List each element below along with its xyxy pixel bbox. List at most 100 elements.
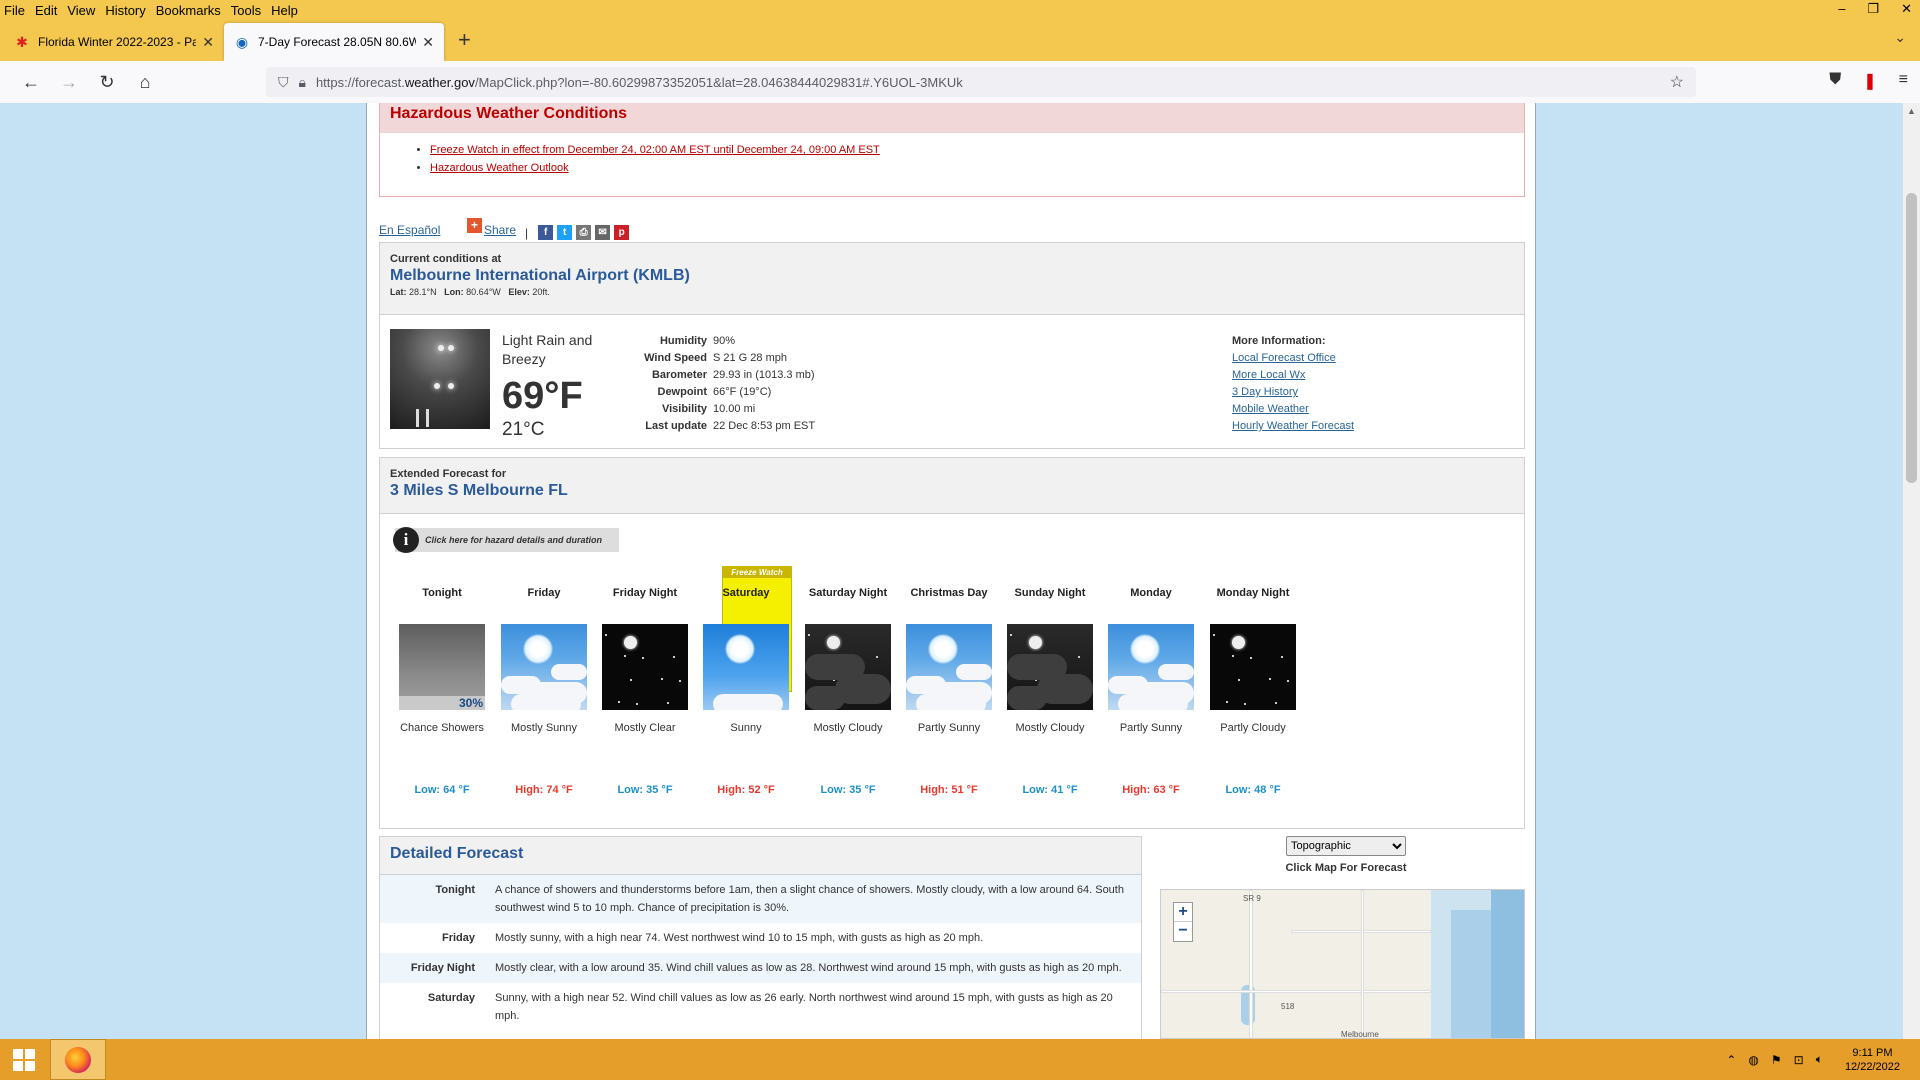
menu-help[interactable]: Help — [271, 3, 298, 18]
pinterest-icon[interactable]: p — [614, 225, 630, 240]
tab-label: Florida Winter 2022-2023 - Page — [38, 35, 197, 49]
clock[interactable]: 9:11 PM 12/22/2022 — [1845, 1046, 1900, 1074]
tab-florida-winter[interactable]: ✱ Florida Winter 2022-2023 - Page ✕ — [4, 23, 224, 61]
network-globe-icon[interactable]: ◍ — [1748, 1053, 1758, 1067]
period-name: Friday Night — [410, 962, 475, 974]
current-temp-c: 21°C — [502, 419, 545, 440]
new-tab-icon[interactable]: + — [458, 27, 471, 53]
hourly-forecast-link[interactable]: Hourly Weather Forecast — [1232, 418, 1354, 435]
menu-file[interactable]: File — [4, 3, 25, 18]
list-item: Hazardous Weather Outlook — [430, 159, 1524, 177]
shield-icon[interactable]: ⛉ — [278, 74, 289, 91]
night-weather-icon[interactable] — [602, 624, 688, 710]
showers-weather-icon[interactable]: 30% — [399, 624, 485, 710]
url-bar[interactable]: ⛉ 🔒︎ https://forecast. weather.gov/MapCli… — [266, 67, 1696, 97]
detail-key: Visibility — [661, 403, 707, 415]
twitter-icon[interactable]: t — [557, 225, 573, 240]
close-window-button[interactable]: ✕ — [1901, 0, 1912, 18]
menu-icon[interactable]: ≡ — [1899, 71, 1908, 91]
map-road-label: SR 9 — [1243, 894, 1261, 903]
pocket-icon[interactable]: ⛊ — [1829, 71, 1841, 91]
detail-value: S 21 G 28 mph — [713, 352, 787, 364]
current-conditions-panel: Current conditions at Melbourne Internat… — [379, 242, 1525, 449]
share-button[interactable]: + Share — [467, 214, 516, 237]
period-condition: Sunny — [730, 722, 762, 734]
bookmark-star-icon[interactable]: ☆ — [1670, 72, 1684, 92]
menu-edit[interactable]: Edit — [35, 3, 57, 18]
period-text: Sunny, with a high near 52. Wind chill v… — [495, 992, 1113, 1022]
minimize-button[interactable]: – — [1838, 0, 1845, 18]
period-name: Saturday Night — [808, 586, 888, 599]
start-button[interactable] — [0, 1039, 48, 1080]
scroll-up-icon[interactable]: ▲ — [1903, 103, 1920, 119]
flag-icon[interactable]: ⚑ — [1771, 1053, 1782, 1067]
table-row: Friday Night Mostly clear, with a low aro… — [380, 953, 1141, 983]
period-temperature: Low: 64 °F — [414, 784, 470, 796]
plus-icon: + — [467, 218, 482, 233]
lock-icon[interactable]: 🔒︎ — [299, 74, 306, 91]
clouds-weather-icon[interactable] — [1108, 624, 1194, 710]
detail-key: Last update — [645, 420, 707, 432]
hazard-title: Hazardous Weather Conditions — [380, 103, 1524, 133]
menu-tools[interactable]: Tools — [231, 3, 261, 18]
map-city-label: Melbourne — [1341, 1030, 1379, 1039]
period-condition: Partly Sunny — [1119, 722, 1183, 734]
sunny-weather-icon[interactable] — [703, 624, 789, 710]
toolbar-right: ⛊ ❚ ≡ — [1829, 71, 1908, 91]
facebook-icon[interactable]: f — [538, 225, 554, 240]
forecast-period: Friday Night Mostly Clear Low: 35 °F — [593, 576, 697, 796]
current-temp-f: 69°F — [502, 375, 583, 417]
station-name: Melbourne International Airport (KMLB) — [390, 267, 690, 284]
menu-bookmarks[interactable]: Bookmarks — [156, 3, 221, 18]
more-local-wx-link[interactable]: More Local Wx — [1232, 367, 1354, 384]
zoom-out-button[interactable]: − — [1174, 922, 1192, 941]
freeze-watch-link[interactable]: Freeze Watch in effect from December 24,… — [430, 144, 880, 156]
mobile-weather-link[interactable]: Mobile Weather — [1232, 401, 1354, 418]
period-name: Tonight — [422, 586, 462, 599]
scrollbar[interactable]: ▲ — [1903, 103, 1920, 1039]
snowflake-icon: ✱ — [16, 33, 28, 50]
back-icon[interactable]: ← — [12, 72, 50, 93]
detail-value: 66°F (19°C) — [713, 386, 772, 398]
tab-7day-forecast[interactable]: ◉ 7-Day Forecast 28.05N 80.6W ✕ — [224, 23, 444, 61]
extension-icon[interactable]: ❚ — [1863, 71, 1876, 91]
tab-label: 7-Day Forecast 28.05N 80.6W — [258, 35, 417, 49]
firefox-taskbar-button[interactable] — [50, 1039, 106, 1080]
elev-value: 20ft. — [532, 287, 550, 297]
print-icon[interactable]: ⎙ — [576, 225, 592, 240]
forward-icon[interactable]: → — [50, 72, 88, 93]
dark-weather-icon[interactable] — [1007, 624, 1093, 710]
forecast-map[interactable]: + − SR 9 518 Melbourne — [1160, 889, 1525, 1039]
network-icon[interactable]: ⊡ — [1794, 1053, 1804, 1067]
clouds-weather-icon[interactable] — [501, 624, 587, 710]
menu-view[interactable]: View — [67, 3, 95, 18]
hazard-outlook-link[interactable]: Hazardous Weather Outlook — [430, 162, 569, 174]
dark-weather-icon[interactable] — [805, 624, 891, 710]
zoom-in-button[interactable]: + — [1174, 903, 1192, 922]
tray-chevron-icon[interactable]: ⌃ — [1726, 1053, 1736, 1067]
close-tab-icon[interactable]: ✕ — [202, 34, 214, 51]
hazard-details-label: Click here for hazard details and durati… — [425, 535, 603, 545]
hazard-details-button[interactable]: i Click here for hazard details and dura… — [393, 527, 619, 553]
home-icon[interactable]: ⌂ — [126, 72, 164, 93]
clouds-weather-icon[interactable] — [906, 624, 992, 710]
menu-history[interactable]: History — [105, 3, 145, 18]
chevron-down-icon[interactable]: ⌄ — [1894, 29, 1906, 46]
3-day-history-link[interactable]: 3 Day History — [1232, 384, 1354, 401]
period-name: Monday Night — [1216, 586, 1290, 599]
period-temperature: High: 51 °F — [920, 784, 978, 796]
scroll-thumb[interactable] — [1906, 193, 1917, 483]
restore-button[interactable]: ❐ — [1867, 0, 1879, 18]
local-forecast-office-link[interactable]: Local Forecast Office — [1232, 350, 1354, 367]
map-type-select[interactable]: Topographic — [1286, 836, 1406, 856]
close-tab-icon[interactable]: ✕ — [422, 34, 434, 51]
hazard-list: Freeze Watch in effect from December 24,… — [380, 133, 1524, 177]
email-icon[interactable]: ✉ — [595, 225, 611, 240]
table-row: Visibility 10.00 mi — [630, 401, 818, 418]
lon-value: 80.64°W — [466, 287, 501, 297]
reload-icon[interactable]: ↻ — [88, 72, 126, 93]
period-temperature: High: 63 °F — [1122, 784, 1180, 796]
espanol-link[interactable]: En Español — [379, 223, 440, 237]
night-weather-icon[interactable] — [1210, 624, 1296, 710]
volume-icon[interactable]: 🔈︎ — [1816, 1052, 1823, 1067]
